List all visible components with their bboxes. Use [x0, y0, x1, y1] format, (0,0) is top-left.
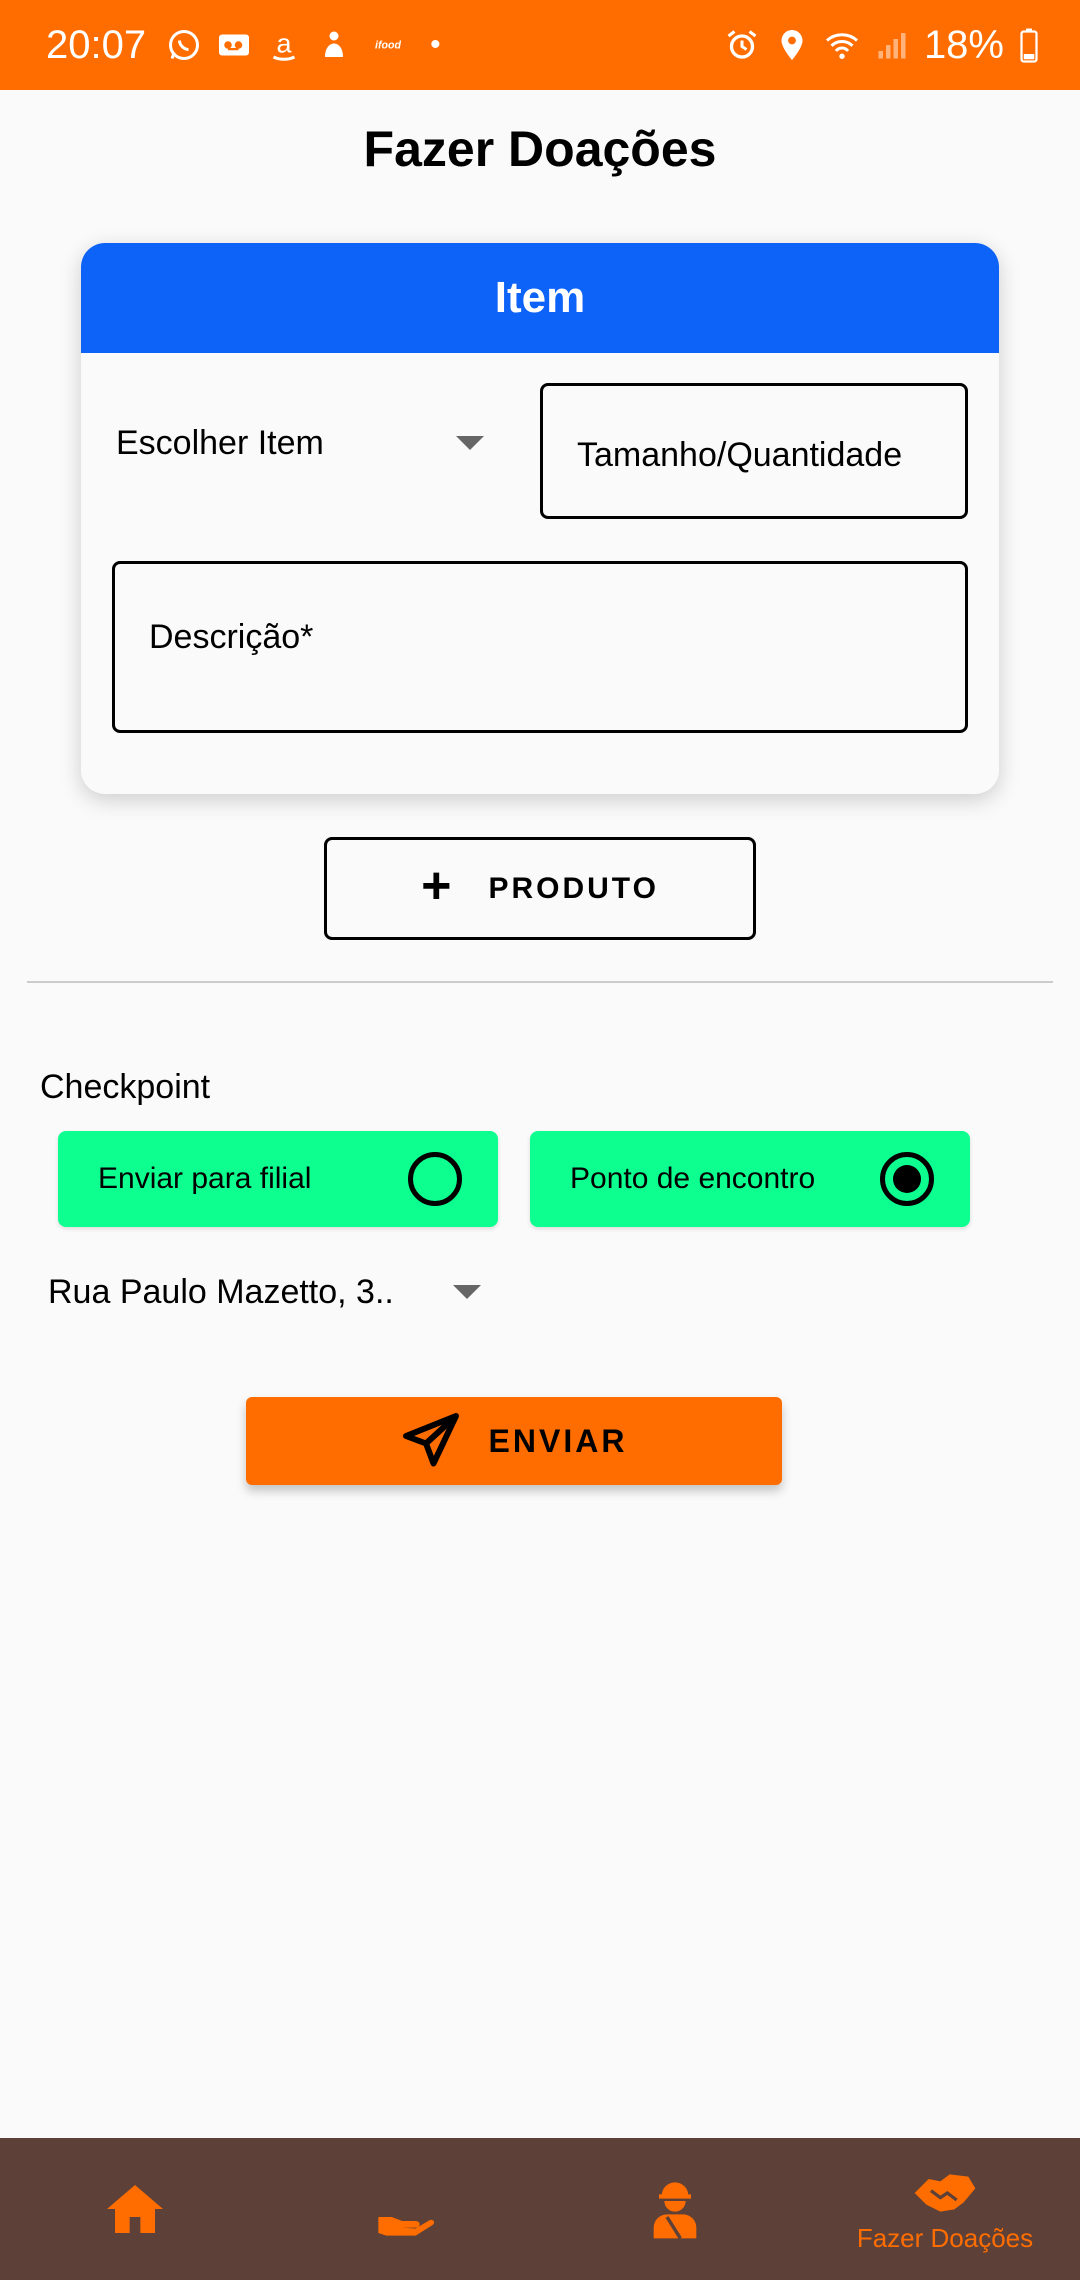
send-label: ENVIAR: [488, 1422, 628, 1459]
page-title: Fazer Doações: [363, 121, 717, 177]
dropdown-caret-icon: [456, 436, 484, 450]
radio-unselected-icon[interactable]: [408, 1152, 462, 1206]
item-card: Item Escolher Item Tamanho/Quantidade De…: [81, 243, 999, 794]
item-select-label: Escolher Item: [116, 423, 324, 462]
radio-option-send-to-branch[interactable]: Enviar para filial: [58, 1131, 498, 1227]
notification-dot: •: [430, 28, 441, 61]
divider: [27, 981, 1053, 983]
plus-icon: +: [421, 856, 455, 915]
location-icon: [774, 27, 810, 63]
amazon-icon: a: [266, 27, 302, 63]
wifi-icon: [824, 27, 860, 63]
battery-icon: [1018, 27, 1040, 63]
quantity-input[interactable]: Tamanho/Quantidade: [540, 383, 968, 519]
signal-icon: [874, 27, 910, 63]
handshake-icon: [914, 2173, 976, 2212]
radio-option-label: Enviar para filial: [98, 1162, 312, 1195]
description-placeholder: Descrição*: [149, 618, 314, 656]
add-product-label: PRODUTO: [488, 871, 659, 905]
ifood-icon: ifood: [366, 27, 410, 63]
alarm-icon: [724, 27, 760, 63]
radio-option-label: Ponto de encontro: [570, 1162, 816, 1195]
status-time: 20:07: [46, 22, 147, 67]
svg-text:ifood: ifood: [375, 39, 401, 51]
nav-item-make-donations[interactable]: Fazer Doações: [810, 2138, 1080, 2280]
address-select-dropdown[interactable]: Rua Paulo Mazetto, 3..: [48, 1262, 493, 1322]
nav-label-make-donations: Fazer Doações: [856, 2222, 1034, 2253]
send-icon: [402, 1413, 459, 1467]
svg-text:a: a: [277, 29, 293, 59]
description-input[interactable]: Descrição*: [112, 561, 968, 733]
address-value: Rua Paulo Mazetto, 3..: [48, 1272, 394, 1311]
status-bar: 20:07 a ifood • 18%: [0, 0, 1080, 90]
status-bar-right: 18%: [724, 23, 1040, 68]
whatsapp-icon: [166, 27, 202, 63]
nav-item-home[interactable]: [0, 2138, 270, 2280]
radio-dot: [893, 1165, 921, 1193]
item-card-header: Item: [81, 243, 999, 353]
radio-option-meeting-point[interactable]: Ponto de encontro: [530, 1131, 970, 1227]
add-product-button[interactable]: + PRODUTO: [324, 837, 756, 940]
nav-item-volunteer[interactable]: [540, 2138, 810, 2280]
hand-icon: [378, 2217, 435, 2236]
voicemail-icon: [216, 27, 252, 63]
dropdown-caret-icon: [453, 1285, 481, 1299]
volunteer-icon: [653, 2182, 697, 2240]
item-select-dropdown[interactable]: Escolher Item: [116, 413, 496, 473]
nav-item-donations-received[interactable]: [270, 2138, 540, 2280]
battery-percent: 18%: [923, 22, 1004, 67]
checkpoint-label: Checkpoint: [40, 1068, 211, 1106]
quantity-placeholder: Tamanho/Quantidade: [577, 435, 903, 474]
home-icon: [107, 2185, 163, 2233]
app-icon: [316, 27, 352, 63]
radio-selected-icon[interactable]: [880, 1152, 934, 1206]
bottom-nav: Fazer Doações: [0, 2138, 1080, 2280]
send-button[interactable]: ENVIAR: [246, 1397, 782, 1485]
status-bar-left: 20:07 a ifood •: [46, 23, 441, 68]
